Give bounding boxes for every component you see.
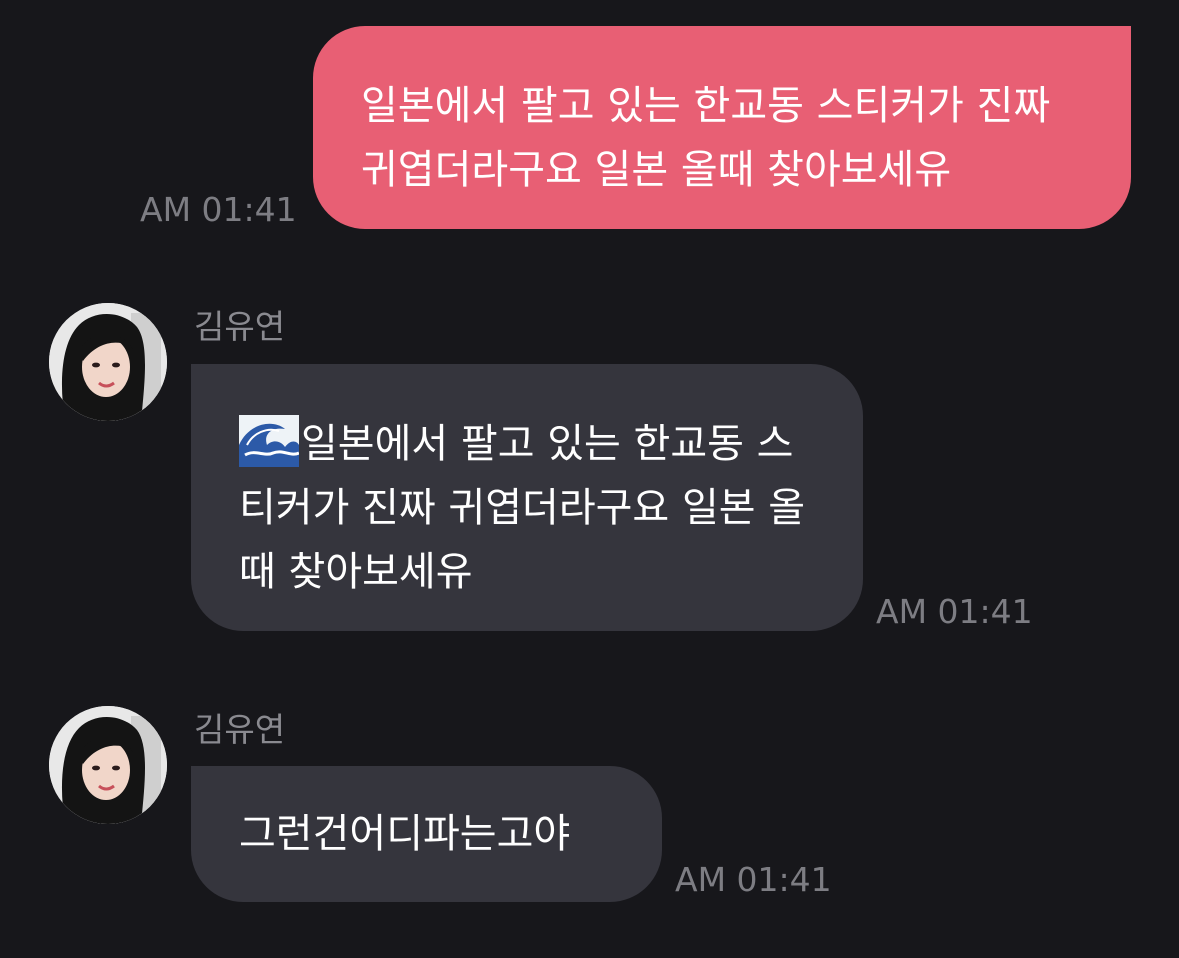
- avatar-photo: [49, 706, 167, 824]
- sender-name: 김유연: [194, 307, 286, 346]
- message-bubble[interactable]: 그런건어디파는고야: [191, 766, 662, 902]
- sender-name: 김유연: [194, 710, 286, 749]
- message-bubble[interactable]: 일본에서 팔고 있는 한교동 스티커가 진짜 귀엽더라구요 일본 올때 찾아보세…: [191, 364, 863, 631]
- avatar[interactable]: [49, 706, 167, 824]
- message-timestamp: AM 01:41: [876, 592, 1033, 631]
- message-bubble[interactable]: 일본에서 팔고 있는 한교동 스티커가 진짜 귀엽더라구요 일본 올때 찾아보세…: [313, 26, 1131, 229]
- message-timestamp: AM 01:41: [140, 190, 297, 229]
- message-text: 일본에서 팔고 있는 한교동 스티커가 진짜 귀엽더라구요 일본 올때 찾아보세…: [361, 83, 1051, 193]
- water-wave-emoji-icon: [239, 415, 299, 467]
- avatar-photo: [49, 303, 167, 421]
- message-text-body: 일본에서 팔고 있는 한교동 스티커가 진짜 귀엽더라구요 일본 올때 찾아보세…: [239, 421, 806, 595]
- message-text: 일본에서 팔고 있는 한교동 스티커가 진짜 귀엽더라구요 일본 올때 찾아보세…: [239, 412, 823, 604]
- message-text: 그런건어디파는고야: [239, 811, 571, 857]
- message-timestamp: AM 01:41: [675, 860, 832, 899]
- avatar[interactable]: [49, 303, 167, 421]
